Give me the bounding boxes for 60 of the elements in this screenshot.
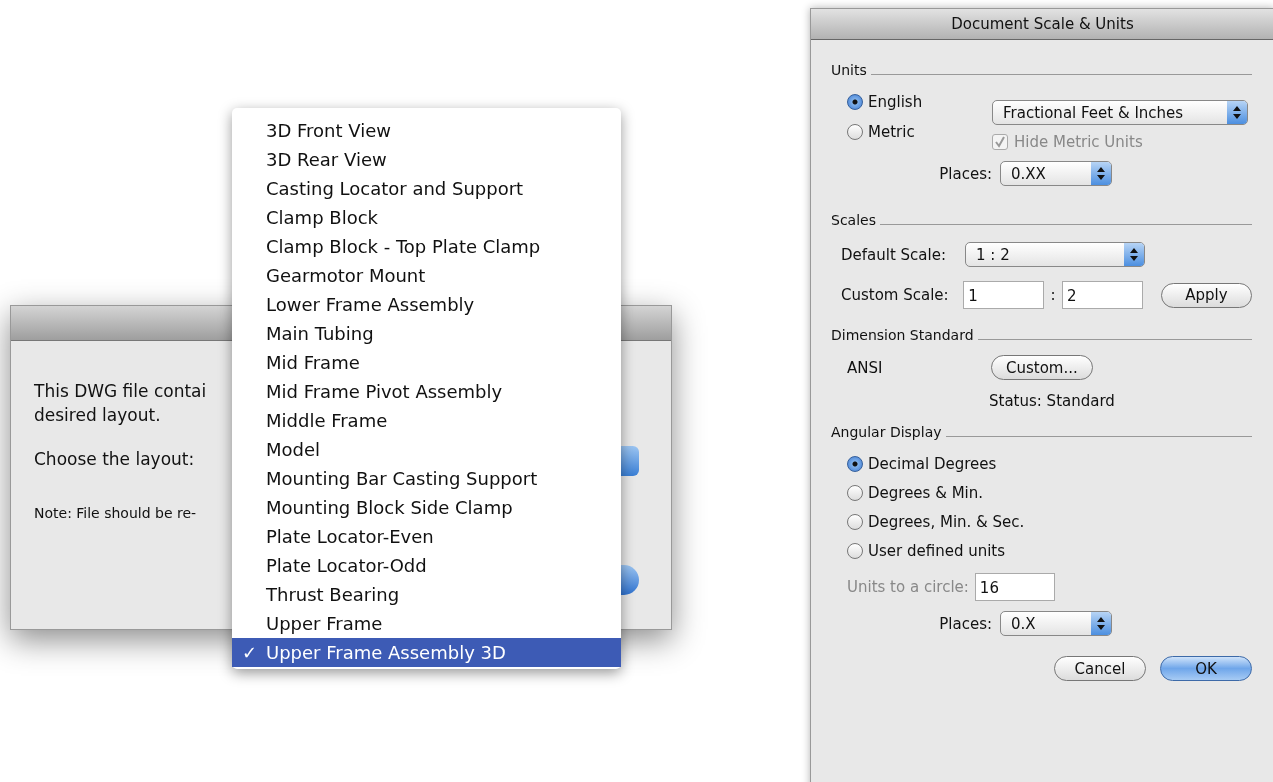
menu-item[interactable]: Clamp Block - Top Plate Clamp	[232, 232, 621, 261]
custom-button[interactable]: Custom...	[991, 355, 1093, 380]
menu-item[interactable]: Mid Frame	[232, 348, 621, 377]
default-scale-popup[interactable]: 1 : 2	[965, 242, 1145, 267]
radio-option[interactable]: Decimal Degrees	[847, 452, 1252, 476]
ratio-separator: :	[1050, 286, 1057, 304]
places-popup[interactable]: 0.XX	[1000, 161, 1112, 186]
places-label: Places:	[938, 614, 992, 633]
menu-item[interactable]: Lower Frame Assembly	[232, 290, 621, 319]
up-down-arrows-icon	[1097, 617, 1105, 630]
default-scale-label: Default Scale:	[841, 245, 947, 264]
units-circle-input[interactable]: 16	[974, 573, 1055, 601]
menu-item[interactable]: Plate Locator-Odd	[232, 551, 621, 580]
menu-item[interactable]: Mid Frame Pivot Assembly	[232, 377, 621, 406]
apply-button[interactable]: Apply	[1160, 282, 1252, 308]
units-circle-label: Units to a circle:	[847, 578, 969, 596]
dialog-button[interactable]: OK	[1160, 656, 1252, 681]
menu-item[interactable]: Clamp Block	[232, 203, 621, 232]
menu-item[interactable]: 3D Rear View	[232, 145, 621, 174]
message-text: This DWG file contai	[34, 380, 207, 403]
up-down-arrows-icon	[1130, 248, 1138, 261]
menu-item[interactable]: Casting Locator and Support	[232, 174, 621, 203]
up-down-arrows-icon	[1233, 106, 1241, 119]
menu-item[interactable]: Main Tubing	[232, 319, 621, 348]
radio-option[interactable]: English	[847, 90, 992, 114]
scale-input[interactable]: 2	[1062, 281, 1143, 309]
section-heading: Scales	[831, 212, 876, 228]
menu-item[interactable]: Mounting Block Side Clamp	[232, 493, 621, 522]
popup-arrow-stub[interactable]	[621, 446, 639, 476]
radio-option[interactable]: Metric	[847, 120, 992, 144]
radio-option[interactable]: Degrees, Min. & Sec.	[847, 510, 1252, 534]
radio-option[interactable]: User defined units	[847, 539, 1252, 563]
window-title: Document Scale & Units	[811, 9, 1273, 40]
choose-label: Choose the layout:	[34, 449, 195, 469]
menu-item[interactable]: Upper Frame	[232, 609, 621, 638]
status-text: Status: Standard	[989, 392, 1116, 410]
menu-item[interactable]: Middle Frame	[232, 406, 621, 435]
places-popup[interactable]: 0.X	[1000, 611, 1112, 636]
dialog-button[interactable]: Cancel	[1054, 656, 1146, 681]
checkmark-icon	[994, 136, 1006, 148]
note-text: Note: File should be re-	[34, 505, 197, 521]
custom-scale-label: Custom Scale:	[841, 286, 950, 304]
message-text: desired layout.	[34, 404, 161, 427]
format-popup[interactable]: Fractional Feet & Inches	[992, 100, 1248, 125]
ok-button-edge[interactable]	[621, 565, 639, 595]
standard-name: ANSI	[847, 358, 884, 377]
menu-item[interactable]: ✓ Upper Frame Assembly 3D	[232, 638, 621, 667]
places-label: Places:	[938, 164, 992, 183]
menu-item[interactable]: Mounting Bar Casting Support	[232, 464, 621, 493]
menu-item[interactable]: Gearmotor Mount	[232, 261, 621, 290]
section-heading: Angular Display	[831, 424, 942, 440]
section-heading: Dimension Standard	[831, 327, 974, 343]
menu-item[interactable]: Model	[232, 435, 621, 464]
radio-option[interactable]: Degrees & Min.	[847, 481, 1252, 505]
section-heading: Units	[831, 62, 867, 78]
up-down-arrows-icon	[1097, 167, 1105, 180]
scale-input[interactable]: 1	[963, 281, 1045, 309]
menu-item[interactable]: 3D Front View	[232, 116, 621, 145]
menu-item[interactable]: Plate Locator-Even	[232, 522, 621, 551]
menu-item[interactable]: Thrust Bearing	[232, 580, 621, 609]
